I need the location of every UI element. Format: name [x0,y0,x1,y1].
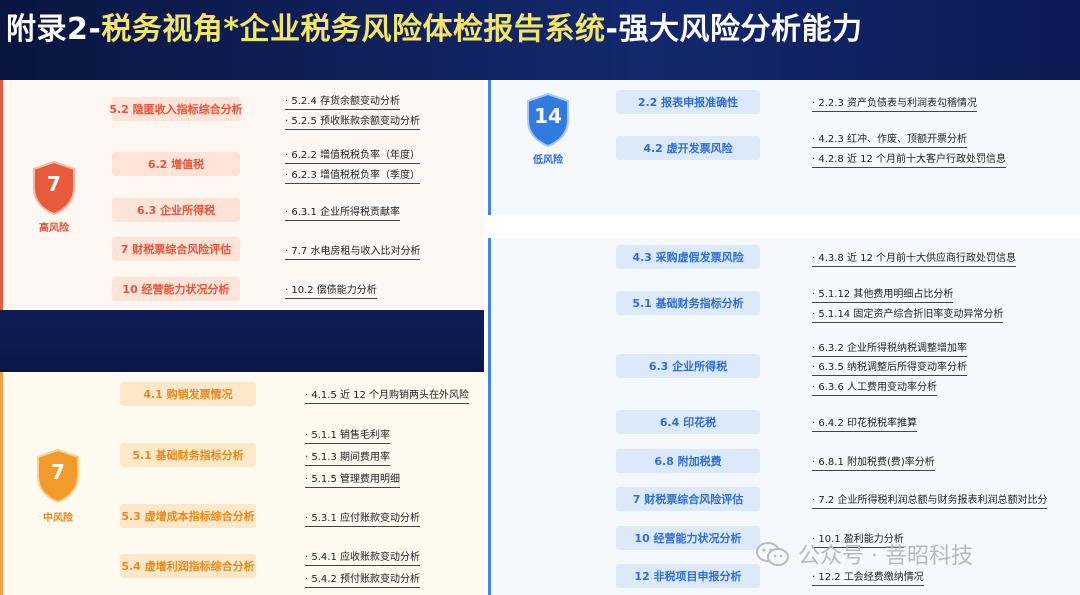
low-category-7: 6.8 附加税费 [616,449,760,473]
wechat-icon [756,541,790,567]
page-title: 附录2-税务视角*企业税务风险体检报告系统-强大风险分析能力 [6,12,863,47]
mid-item: · 5.4.2 预付账款变动分析 [305,574,420,588]
low-item: · 12.2 工会经费缴纳情况 [812,572,924,586]
watermark: 公众号 · 菩昭科技 [756,538,973,570]
high-item: · 10.2 偿债能力分析 [285,285,377,299]
high-item: · 7.7 水电房租与收入比对分析 [285,246,421,260]
low-category-10: 12 非税项目申报分析 [616,564,760,588]
low-category-9: 10 经营能力状况分析 [616,526,760,550]
title-banner: 附录2-税务视角*企业税务风险体检报告系统-强大风险分析能力 [0,0,1080,80]
low-item: · 5.1.12 其他费用明细占比分析 [812,289,954,303]
low-item: · 4.2.3 红冲、作废、顶额开票分析 [812,134,967,148]
mid-risk-label: 中风险 [43,513,73,524]
mid-category-4: 5.4 虚增利润指标综合分析 [120,554,256,578]
high-item: · 6.2.2 增值税税负率（年度） [285,150,420,164]
low-category-4: 5.1 基础财务指标分析 [616,291,760,315]
high-category-4: 7 财税票综合风险评估 [112,237,240,261]
mid-risk-shield-icon: 7 [34,448,82,504]
low-item: · 6.4.2 印花税税率推算 [812,418,917,432]
high-item: · 6.2.3 增值税税负率（季度） [285,170,420,184]
high-risk-shield-icon: 7 [30,160,78,216]
low-item: · 7.2 企业所得税利润总额与财务报表利润总额对比分 [812,495,1048,509]
mid-category-2: 5.1 基础财务指标分析 [120,443,256,467]
divider-band [0,310,484,372]
low-risk-shield-icon: 14 [524,92,572,148]
low-category-6: 6.4 印花税 [616,410,760,434]
low-item: · 4.2.8 近 12 个月前十大客户行政处罚信息 [812,154,1007,168]
mid-item: · 4.1.5 近 12 个月购销两头在外风险 [305,390,470,404]
low-category-3: 4.3 采购虚假发票风险 [616,245,760,269]
low-category-1: 2.2 报表申报准确性 [616,90,760,114]
low-category-5: 6.3 企业所得税 [616,354,760,378]
low-category-8: 7 财税票综合风险评估 [616,487,760,511]
mid-item: · 5.4.1 应收账款变动分析 [305,552,420,566]
mid-risk-count: 7 [51,460,65,484]
low-risk-panel-top [488,80,1080,215]
watermark-text: 公众号 · 菩昭科技 [798,544,973,569]
low-item: · 4.3.8 近 12 个月前十大供应商行政处罚信息 [812,253,1017,267]
low-risk-count: 14 [534,104,562,128]
high-item: · 5.2.5 预收账款余额变动分析 [285,116,420,130]
low-item: · 5.1.14 固定资产综合折旧率变动异常分析 [812,309,1004,323]
high-category-5: 10 经营能力状况分析 [112,277,240,301]
mid-item: · 5.1.5 管理费用明细 [305,474,400,488]
high-category-2: 6.2 增值税 [112,152,240,176]
mid-category-1: 4.1 购销发票情况 [120,382,256,406]
low-item: · 2.2.3 资产负债表与利润表勾稽情况 [812,98,977,112]
high-item: · 6.3.1 企业所得税贡献率 [285,207,400,221]
mid-item: · 5.1.3 期间费用率 [305,452,390,466]
low-item: · 6.8.1 附加税费(费)率分析 [812,457,935,471]
high-risk-count: 7 [47,172,61,196]
high-item: · 5.2.4 存货余额变动分析 [285,96,400,110]
mid-item: · 5.1.1 销售毛利率 [305,430,390,444]
high-category-3: 6.3 企业所得税 [112,198,240,222]
mid-category-3: 5.3 虚增成本指标综合分析 [120,504,256,528]
low-item: · 6.3.2 企业所得税纳税调整增加率 [812,343,967,357]
high-risk-label: 高风险 [39,223,69,234]
low-item: · 6.3.5 纳税调整后所得变动率分析 [812,362,967,376]
high-category-1: 5.2 隐匿收入指标综合分析 [109,97,243,121]
low-item: · 6.3.6 人工费用变动率分析 [812,382,937,396]
mid-item: · 5.3.1 应付账款变动分析 [305,513,420,527]
low-risk-label: 低风险 [533,155,563,166]
low-category-2: 4.2 虚开发票风险 [616,136,760,160]
